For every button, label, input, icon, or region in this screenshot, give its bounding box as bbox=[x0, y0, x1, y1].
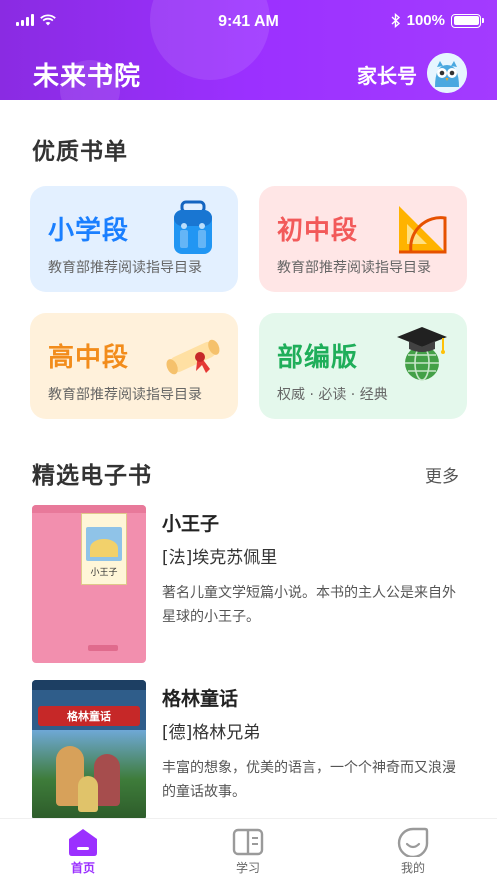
book-author: [法]埃克苏佩里 bbox=[162, 548, 278, 568]
tab-label: 学习 bbox=[235, 861, 260, 875]
cover-title: 小王子 bbox=[90, 568, 118, 578]
tab-bar: 首页 学习 我的 bbox=[0, 818, 497, 883]
book-cover: 格林童话 bbox=[32, 680, 146, 820]
tab-label: 首页 bbox=[70, 861, 95, 875]
book-author: [德]格林兄弟 bbox=[162, 723, 261, 743]
battery-percent: 100% bbox=[406, 12, 445, 29]
book-title: 小王子 bbox=[162, 513, 220, 535]
book-cover: 小王子 bbox=[32, 505, 146, 663]
book-item[interactable]: 小王子 小王子 [法]埃克苏佩里 著名儿童文学短篇小说。本书的主人公是来自外星球… bbox=[32, 505, 456, 663]
avatar[interactable] bbox=[427, 53, 467, 93]
more-link[interactable]: 更多 bbox=[425, 462, 459, 487]
card-primary-school[interactable]: 小学段 教育部推荐阅读指导目录 bbox=[30, 186, 238, 292]
quality-lists-title: 优质书单 bbox=[32, 139, 128, 165]
status-right: 100% bbox=[391, 12, 484, 29]
card-title: 高中段 bbox=[48, 343, 130, 373]
card-subtitle: 教育部推荐阅读指导目录 bbox=[48, 387, 202, 403]
bluetooth-icon bbox=[391, 13, 400, 28]
card-title: 小学段 bbox=[48, 216, 130, 246]
app-header: 9:41 AM 100% 未来书院 家长号 bbox=[0, 0, 497, 100]
tab-label: 我的 bbox=[400, 861, 425, 875]
tab-home[interactable]: 首页 bbox=[43, 823, 123, 876]
graduation-globe-icon bbox=[397, 327, 447, 381]
card-title: 初中段 bbox=[277, 216, 359, 246]
book-description: 著名儿童文学短篇小说。本书的主人公是来自外星球的小王子。 bbox=[162, 585, 456, 625]
ruler-triangle-icon bbox=[399, 206, 447, 254]
school-backpack-icon bbox=[174, 200, 212, 254]
diploma-scroll-icon bbox=[166, 339, 220, 375]
book-title: 格林童话 bbox=[162, 688, 239, 710]
tab-study[interactable]: 学习 bbox=[208, 823, 288, 876]
card-subtitle: 教育部推荐阅读指导目录 bbox=[48, 260, 202, 276]
card-subtitle: 权威 · 必读 · 经典 bbox=[277, 387, 388, 403]
ebooks-title: 精选电子书 bbox=[32, 463, 152, 489]
app-title: 未来书院 bbox=[33, 62, 142, 92]
home-icon bbox=[69, 829, 97, 856]
card-junior-high[interactable]: 初中段 教育部推荐阅读指导目录 bbox=[259, 186, 467, 292]
card-subtitle: 教育部推荐阅读指导目录 bbox=[277, 260, 431, 276]
parent-account-link[interactable]: 家长号 bbox=[357, 60, 417, 89]
tab-mine[interactable]: 我的 bbox=[373, 823, 453, 876]
card-title: 部编版 bbox=[277, 343, 359, 373]
card-senior-high[interactable]: 高中段 教育部推荐阅读指导目录 bbox=[30, 313, 238, 419]
cover-title: 格林童话 bbox=[67, 710, 111, 723]
profile-smile-icon bbox=[397, 827, 429, 857]
battery-icon bbox=[451, 13, 484, 28]
card-unified-edition[interactable]: 部编版 权威 · 必读 · 经典 bbox=[259, 313, 467, 419]
book-item[interactable]: 格林童话 格林童话 [德]格林兄弟 丰富的想象，优美的语言，一个个神奇而又浪漫的… bbox=[32, 680, 456, 830]
owl-avatar-icon bbox=[427, 53, 467, 93]
status-bar: 9:41 AM 100% bbox=[0, 0, 497, 44]
book-description: 丰富的想象，优美的语言，一个个神奇而又浪漫的童话故事。 bbox=[162, 760, 456, 800]
book-icon bbox=[232, 828, 264, 856]
